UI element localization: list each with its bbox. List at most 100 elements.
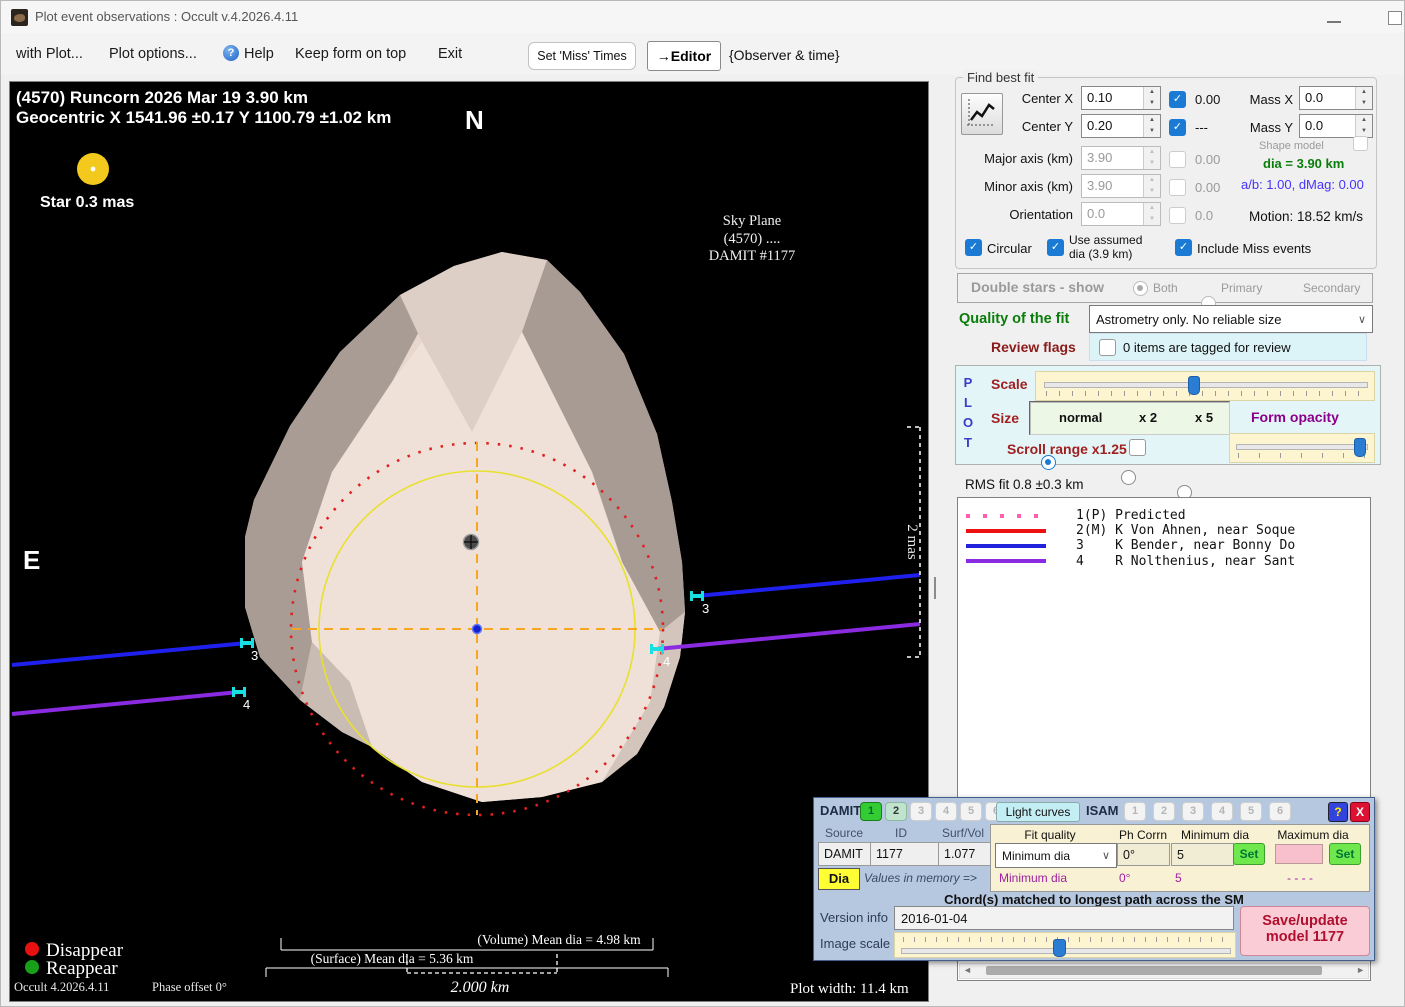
minimize-button[interactable]	[1327, 21, 1341, 23]
isam-label: ISAM	[1086, 803, 1119, 818]
circular-checkbox[interactable]: ✓	[965, 239, 982, 256]
center-y-label: Center Y	[1021, 119, 1073, 134]
observer-label: 2(M) K Von Ahnen, near Soque	[1076, 523, 1296, 539]
menu-exit[interactable]: Exit	[438, 46, 462, 62]
plot-title-line2: Geocentric X 1541.96 ±0.17 Y 1100.79 ±1.…	[16, 108, 391, 127]
damit-panel: DAMIT 123456 Light curves ISAM 123456 ? …	[813, 797, 1375, 961]
dia-button[interactable]: Dia	[818, 868, 860, 890]
disappear-dot	[25, 942, 39, 956]
ph-corrn-header: Ph Corrn	[1118, 828, 1168, 842]
plot-canvas: 3 3 4 4 2 mas (4570) Runcorn 2026 Mar 19…	[11, 88, 921, 997]
form-opacity-slider[interactable]	[1229, 433, 1375, 463]
minimum-dia-field[interactable]: 5	[1171, 843, 1234, 866]
review-flags-label: Review flags	[991, 339, 1076, 355]
major-axis-label: Major axis (km)	[984, 151, 1073, 166]
light-curves-button[interactable]: Light curves	[996, 802, 1080, 822]
memory-fit-quality: Minimum dia	[999, 871, 1068, 885]
chords-matched-note: Chord(s) matched to longest path across …	[944, 892, 1244, 907]
observer-list-item[interactable]: 3 K Bender, near Bonny Do	[966, 538, 1366, 553]
image-scale-slider[interactable]	[894, 932, 1236, 958]
size-x2-radio[interactable]	[1121, 470, 1136, 485]
scrollbar-right-arrow[interactable]: ►	[1356, 965, 1365, 975]
scale-slider[interactable]	[1035, 371, 1375, 401]
include-miss-checkbox[interactable]: ✓	[1175, 239, 1192, 256]
damit-help-button[interactable]: ?	[1328, 802, 1348, 822]
center-x-input[interactable]: 0.10 ▲ ▼	[1081, 86, 1161, 110]
center-y-checkbox[interactable]: ✓	[1169, 119, 1186, 136]
damit-close-button[interactable]: X	[1350, 802, 1370, 822]
find-best-fit-legend: Find best fit	[963, 70, 1039, 85]
damit-model-button-5: 5	[960, 802, 982, 821]
sky-plane-object: (4570) ....	[724, 231, 781, 247]
use-assumed-dia-checkbox[interactable]: ✓	[1047, 239, 1064, 256]
menu-plot-options[interactable]: Plot options...	[109, 46, 197, 62]
scrollbar-thumb[interactable]	[986, 966, 1322, 975]
ab-dmag-label: a/b: 1.00, dMag: 0.00	[1241, 177, 1364, 192]
scale-slider-thumb[interactable]	[1188, 376, 1200, 395]
panel-splitter[interactable]	[934, 577, 936, 599]
damit-model-button-1[interactable]: 1	[860, 802, 882, 821]
size-label: Size	[991, 410, 1020, 426]
orientation-input: 0.0 ▲ ▼	[1081, 202, 1161, 226]
observer-list-item[interactable]: 2(M) K Von Ahnen, near Soque	[966, 523, 1366, 538]
minor-axis-input: 3.90 ▲ ▼	[1081, 174, 1161, 198]
volume-dia-label: (Volume) Mean dia = 4.98 km	[477, 932, 641, 947]
chevron-down-icon: ∨	[1357, 313, 1366, 326]
isam-model-button-5: 5	[1240, 802, 1262, 821]
fit-center-dot	[471, 623, 483, 635]
save-update-model-button[interactable]: Save/update model 1177	[1240, 906, 1370, 956]
observer-label: 1(P) Predicted	[1076, 508, 1186, 524]
ph-corrn-field[interactable]: 0°	[1117, 843, 1170, 866]
observer-list-item[interactable]: 4 R Nolthenius, near Sant	[966, 554, 1366, 569]
form-opacity-label: Form opacity	[1251, 409, 1339, 425]
maximize-button[interactable]	[1388, 11, 1402, 25]
center-y-check-value: ---	[1195, 120, 1208, 135]
observer-list-hscrollbar[interactable]: ◄ ►	[959, 963, 1369, 979]
menu-with-plot[interactable]: with Plot...	[16, 46, 83, 62]
quality-of-fit-select[interactable]: Astrometry only. No reliable size ∨	[1089, 305, 1373, 333]
svg-text:3: 3	[702, 601, 709, 616]
set-maximum-button[interactable]: Set	[1329, 843, 1361, 865]
mass-x-input[interactable]: 0.0 ▲ ▼	[1299, 86, 1373, 110]
sky-plane-plot[interactable]: 3 3 4 4 2 mas (4570) Runcorn 2026 Mar 19…	[9, 81, 929, 1002]
help-icon[interactable]: ?	[223, 45, 239, 61]
scrollbar-left-arrow[interactable]: ◄	[963, 965, 972, 975]
damit-label: DAMIT	[820, 803, 862, 818]
size-x2-label: x 2	[1139, 410, 1158, 425]
review-flags-checkbox[interactable]	[1099, 339, 1116, 356]
solid-line-swatch	[966, 559, 1046, 564]
values-in-memory-label: Values in memory =>	[864, 871, 977, 885]
size-normal-radio[interactable]	[1041, 455, 1056, 470]
isam-model-button-1: 1	[1124, 802, 1146, 821]
svg-text:4: 4	[663, 654, 670, 669]
mass-y-input[interactable]: 0.0 ▲ ▼	[1299, 114, 1373, 138]
id-value-field[interactable]: 1177	[870, 842, 939, 866]
menu-help[interactable]: Help	[244, 46, 274, 62]
fit-quality-select[interactable]: Minimum dia ∨	[995, 843, 1117, 868]
minor-axis-label: Minor axis (km)	[984, 179, 1073, 194]
reappear-label: Reappear	[46, 958, 118, 979]
damit-model-button-2[interactable]: 2	[885, 802, 907, 821]
geocenter-marker	[462, 533, 480, 551]
window-title: Plot event observations : Occult v.4.202…	[35, 9, 299, 24]
version-info-field[interactable]: 2016-01-04	[894, 906, 1234, 930]
set-minimum-button[interactable]: Set	[1233, 843, 1265, 865]
menu-keep-on-top[interactable]: Keep form on top	[295, 46, 406, 62]
shape-model-checkbox[interactable]	[1353, 136, 1368, 151]
form-opacity-slider-thumb[interactable]	[1354, 438, 1366, 457]
center-y-input[interactable]: 0.20 ▲ ▼	[1081, 114, 1161, 138]
chart-icon	[967, 99, 995, 126]
orientation-label: Orientation	[1009, 207, 1073, 222]
image-scale-slider-thumb[interactable]	[1053, 939, 1066, 957]
memory-minimum-dia: 5	[1175, 871, 1182, 885]
set-miss-times-button[interactable]: Set 'Miss' Times	[528, 42, 636, 70]
asteroid-shape-model	[245, 252, 685, 802]
size-x5-label: x 5	[1195, 410, 1214, 425]
maximum-dia-header: Maximum dia	[1277, 828, 1349, 842]
observer-list-item[interactable]: 1(P) Predicted	[966, 508, 1366, 523]
maximum-dia-field[interactable]	[1275, 844, 1323, 864]
scroll-range-checkbox[interactable]	[1129, 439, 1146, 456]
editor-button[interactable]: →Editor	[647, 41, 721, 71]
damit-model-button-4: 4	[935, 802, 957, 821]
center-x-checkbox[interactable]: ✓	[1169, 91, 1186, 108]
